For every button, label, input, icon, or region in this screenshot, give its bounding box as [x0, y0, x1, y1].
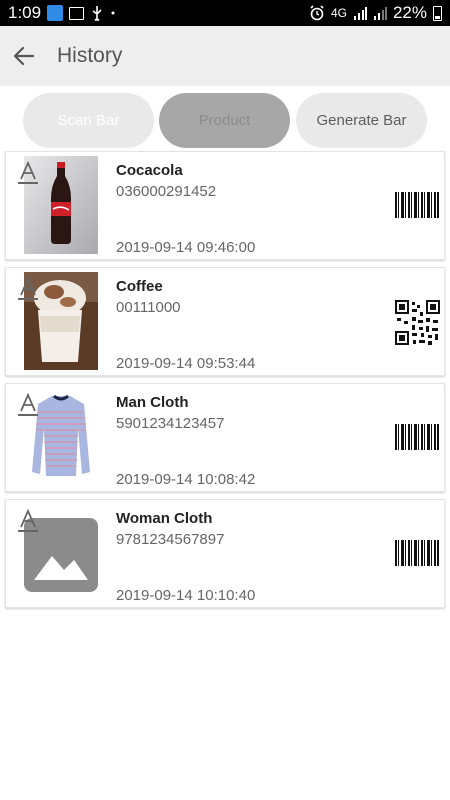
tab-product[interactable]: Product [159, 93, 290, 148]
font-icon[interactable] [18, 161, 38, 185]
item-code: 036000291452 [116, 183, 217, 200]
barcode-icon[interactable] [395, 540, 439, 566]
alarm-icon [309, 5, 325, 21]
battery-percent: 22% [392, 3, 427, 22]
item-date: 2019-09-14 10:08:42 [116, 471, 256, 488]
battery-icon [433, 5, 442, 21]
app-notification-icon [47, 5, 64, 21]
font-icon[interactable] [18, 277, 38, 301]
history-item[interactable]: Woman Cloth 9781234567897 2019-09-14 10:… [5, 499, 445, 608]
tab-scan-bar[interactable]: Scan Bar [23, 93, 154, 148]
history-item[interactable]: Man Cloth 5901234123457 2019-09-14 10:08… [5, 383, 445, 492]
item-code: 9781234567897 [116, 531, 225, 548]
font-icon[interactable] [18, 509, 38, 533]
network-type: 4G [330, 6, 347, 20]
image-notification-icon [69, 6, 85, 20]
back-button[interactable] [2, 34, 46, 78]
dot-icon [110, 10, 116, 16]
barcode-icon[interactable] [395, 192, 439, 218]
item-name: Woman Cloth [116, 510, 213, 527]
item-name: Coffee [116, 278, 163, 295]
item-name: Cocacola [116, 162, 183, 179]
status-bar: 1:09 4G 22% [0, 0, 450, 26]
signal-icon [353, 6, 367, 20]
item-date: 2019-09-14 09:46:00 [116, 239, 256, 256]
usb-icon [90, 5, 104, 21]
page-title: History [57, 44, 123, 67]
history-item[interactable]: Coffee 00111000 2019-09-14 09:53:44 [5, 267, 445, 376]
item-code: 5901234123457 [116, 415, 225, 432]
barcode-icon[interactable] [395, 424, 439, 450]
signal-2-icon [373, 6, 387, 20]
qr-code-icon[interactable] [395, 300, 440, 345]
arrow-left-icon [13, 46, 35, 66]
app-bar: History [0, 26, 450, 86]
item-code: 00111000 [116, 299, 181, 316]
item-name: Man Cloth [116, 394, 189, 411]
history-list: Cocacola 036000291452 2019-09-14 09:46:0… [5, 151, 445, 615]
item-date: 2019-09-14 09:53:44 [116, 355, 256, 372]
font-icon[interactable] [18, 393, 38, 417]
item-date: 2019-09-14 10:10:40 [116, 587, 256, 604]
tab-generate-bar[interactable]: Generate Bar [296, 93, 427, 148]
history-item[interactable]: Cocacola 036000291452 2019-09-14 09:46:0… [5, 151, 445, 260]
status-time: 1:09 [8, 3, 42, 22]
tab-bar: Scan Bar Product Generate Bar [0, 93, 450, 148]
